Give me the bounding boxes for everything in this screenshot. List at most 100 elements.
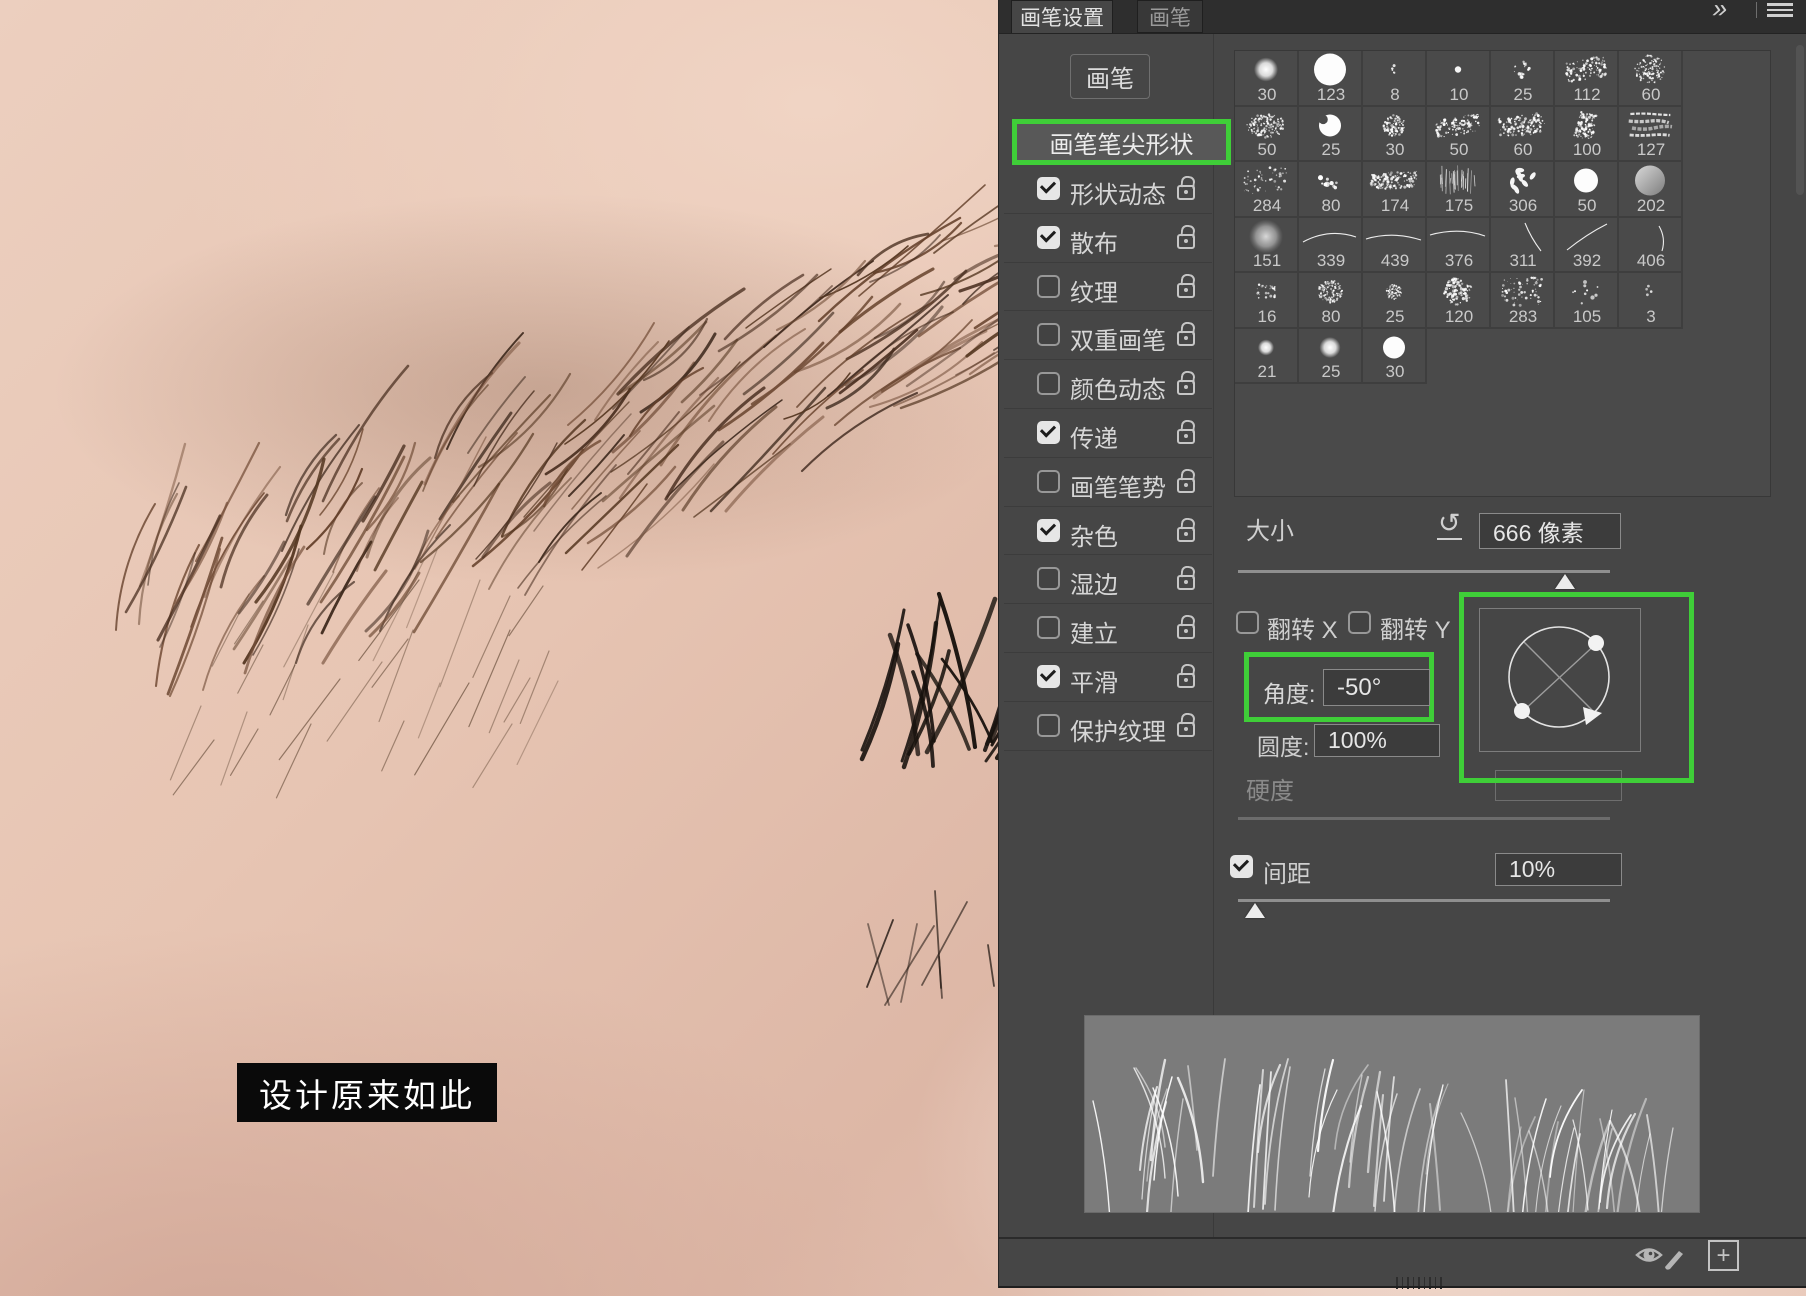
option-label: 散布	[1070, 224, 1118, 259]
size-slider-thumb[interactable]	[1555, 574, 1575, 589]
unlock-icon[interactable]	[1176, 518, 1196, 542]
size-input[interactable]: 666 像素	[1479, 513, 1621, 549]
brush-preset-50[interactable]: 50	[1555, 162, 1619, 218]
tab-brushes[interactable]: 画笔	[1137, 0, 1203, 33]
option-checkbox[interactable]	[1037, 421, 1060, 444]
size-slider[interactable]	[1238, 570, 1610, 573]
option-row-6[interactable]: 传递	[1004, 409, 1212, 458]
brush-preset-306[interactable]: 306	[1491, 162, 1555, 218]
brush-preset-25[interactable]: 25	[1363, 273, 1427, 329]
option-row-1[interactable]: 形状动态	[1004, 165, 1212, 214]
brush-preset-120[interactable]: 120	[1427, 273, 1491, 329]
option-row-11[interactable]: 平滑	[1004, 653, 1212, 702]
spacing-input[interactable]: 10%	[1495, 853, 1622, 886]
roundness-input[interactable]: 100%	[1314, 724, 1440, 757]
brush-preset-105[interactable]: 105	[1555, 273, 1619, 329]
angle-handle-dot[interactable]	[1514, 703, 1530, 719]
unlock-icon[interactable]	[1176, 469, 1196, 493]
unlock-icon[interactable]	[1176, 176, 1196, 200]
unlock-icon[interactable]	[1176, 713, 1196, 737]
unlock-icon[interactable]	[1176, 371, 1196, 395]
tab-brush-settings[interactable]: 画笔设置	[1011, 0, 1113, 33]
angle-handle-dot[interactable]	[1588, 635, 1604, 651]
unlock-icon[interactable]	[1176, 322, 1196, 346]
option-checkbox[interactable]	[1037, 665, 1060, 688]
option-checkbox[interactable]	[1037, 275, 1060, 298]
unlock-icon[interactable]	[1176, 420, 1196, 444]
brush-preset-25[interactable]: 25	[1299, 329, 1363, 385]
panel-menu-icon[interactable]	[1767, 3, 1793, 17]
option-checkbox[interactable]	[1037, 470, 1060, 493]
spacing-slider-thumb[interactable]	[1245, 903, 1265, 918]
option-checkbox[interactable]	[1037, 177, 1060, 200]
option-label: 纹理	[1070, 273, 1118, 308]
option-row-5[interactable]: 颜色动态	[1004, 360, 1212, 409]
brush-preset-112[interactable]: 112	[1555, 51, 1619, 107]
option-row-7[interactable]: 画笔笔势	[1004, 458, 1212, 507]
option-row-9[interactable]: 湿边	[1004, 555, 1212, 604]
option-checkbox[interactable]	[1037, 714, 1060, 737]
live-tip-preview-icon[interactable]	[1635, 1241, 1693, 1273]
reset-size-icon[interactable]: ↺	[1437, 508, 1462, 540]
brush-preset-16[interactable]: 16	[1235, 273, 1299, 329]
new-brush-button[interactable]: +	[1708, 1240, 1739, 1271]
brush-preset-392[interactable]: 392	[1555, 218, 1619, 274]
brush-preset-339[interactable]: 339	[1299, 218, 1363, 274]
brush-preset-202[interactable]: 202	[1619, 162, 1683, 218]
brush-preset-284[interactable]: 284	[1235, 162, 1299, 218]
option-row-10[interactable]: 建立	[1004, 604, 1212, 653]
angle-input[interactable]: -50°	[1323, 669, 1430, 706]
brush-preset-151[interactable]: 151	[1235, 218, 1299, 274]
unlock-icon[interactable]	[1176, 615, 1196, 639]
brush-preset-80[interactable]: 80	[1299, 162, 1363, 218]
brush-preset-100[interactable]: 100	[1555, 107, 1619, 163]
brush-preset-10[interactable]: 10	[1427, 51, 1491, 107]
brush-preset-80[interactable]: 80	[1299, 273, 1363, 329]
option-checkbox[interactable]	[1037, 567, 1060, 590]
collapse-panel-icon[interactable]: »	[1710, 0, 1729, 24]
brush-preset-30[interactable]: 30	[1363, 107, 1427, 163]
option-row-8[interactable]: 杂色	[1004, 507, 1212, 556]
option-row-2[interactable]: 散布	[1004, 214, 1212, 263]
option-checkbox[interactable]	[1037, 372, 1060, 395]
option-checkbox[interactable]	[1037, 616, 1060, 639]
brush-preset-376[interactable]: 376	[1427, 218, 1491, 274]
unlock-icon[interactable]	[1176, 664, 1196, 688]
unlock-icon[interactable]	[1176, 274, 1196, 298]
brush-preset-60[interactable]: 60	[1491, 107, 1555, 163]
brush-preset-60[interactable]: 60	[1619, 51, 1683, 107]
brush-preset-439[interactable]: 439	[1363, 218, 1427, 274]
brushes-button[interactable]: 画笔	[1070, 54, 1150, 99]
angle-roundness-widget[interactable]	[1479, 608, 1641, 752]
brush-preset-30[interactable]: 30	[1235, 51, 1299, 107]
flip-y-checkbox[interactable]	[1348, 611, 1371, 634]
brush-preset-311[interactable]: 311	[1491, 218, 1555, 274]
brush-preset-25[interactable]: 25	[1491, 51, 1555, 107]
option-row-12[interactable]: 保护纹理	[1004, 702, 1212, 751]
brush-preset-406[interactable]: 406	[1619, 218, 1683, 274]
brush-preset-50[interactable]: 50	[1235, 107, 1299, 163]
brush-preset-174[interactable]: 174	[1363, 162, 1427, 218]
unlock-icon[interactable]	[1176, 225, 1196, 249]
spacing-slider[interactable]	[1238, 899, 1610, 902]
brush-preset-30[interactable]: 30	[1363, 329, 1427, 385]
spacing-checkbox[interactable]	[1230, 855, 1253, 878]
scrollbar-thumb[interactable]	[1796, 45, 1804, 195]
brush-preset-3[interactable]: 3	[1619, 273, 1683, 329]
brush-preset-8[interactable]: 8	[1363, 51, 1427, 107]
brush-preset-50[interactable]: 50	[1427, 107, 1491, 163]
brush-tip-shape-item[interactable]: 画笔笔尖形状	[1012, 119, 1231, 165]
brush-preset-25[interactable]: 25	[1299, 107, 1363, 163]
brush-preset-123[interactable]: 123	[1299, 51, 1363, 107]
brush-preset-175[interactable]: 175	[1427, 162, 1491, 218]
unlock-icon[interactable]	[1176, 566, 1196, 590]
option-checkbox[interactable]	[1037, 519, 1060, 542]
flip-x-checkbox[interactable]	[1236, 611, 1259, 634]
option-checkbox[interactable]	[1037, 226, 1060, 249]
option-row-4[interactable]: 双重画笔	[1004, 311, 1212, 360]
brush-preset-21[interactable]: 21	[1235, 329, 1299, 385]
brush-preset-283[interactable]: 283	[1491, 273, 1555, 329]
brush-preset-127[interactable]: 127	[1619, 107, 1683, 163]
option-row-3[interactable]: 纹理	[1004, 263, 1212, 312]
option-checkbox[interactable]	[1037, 323, 1060, 346]
